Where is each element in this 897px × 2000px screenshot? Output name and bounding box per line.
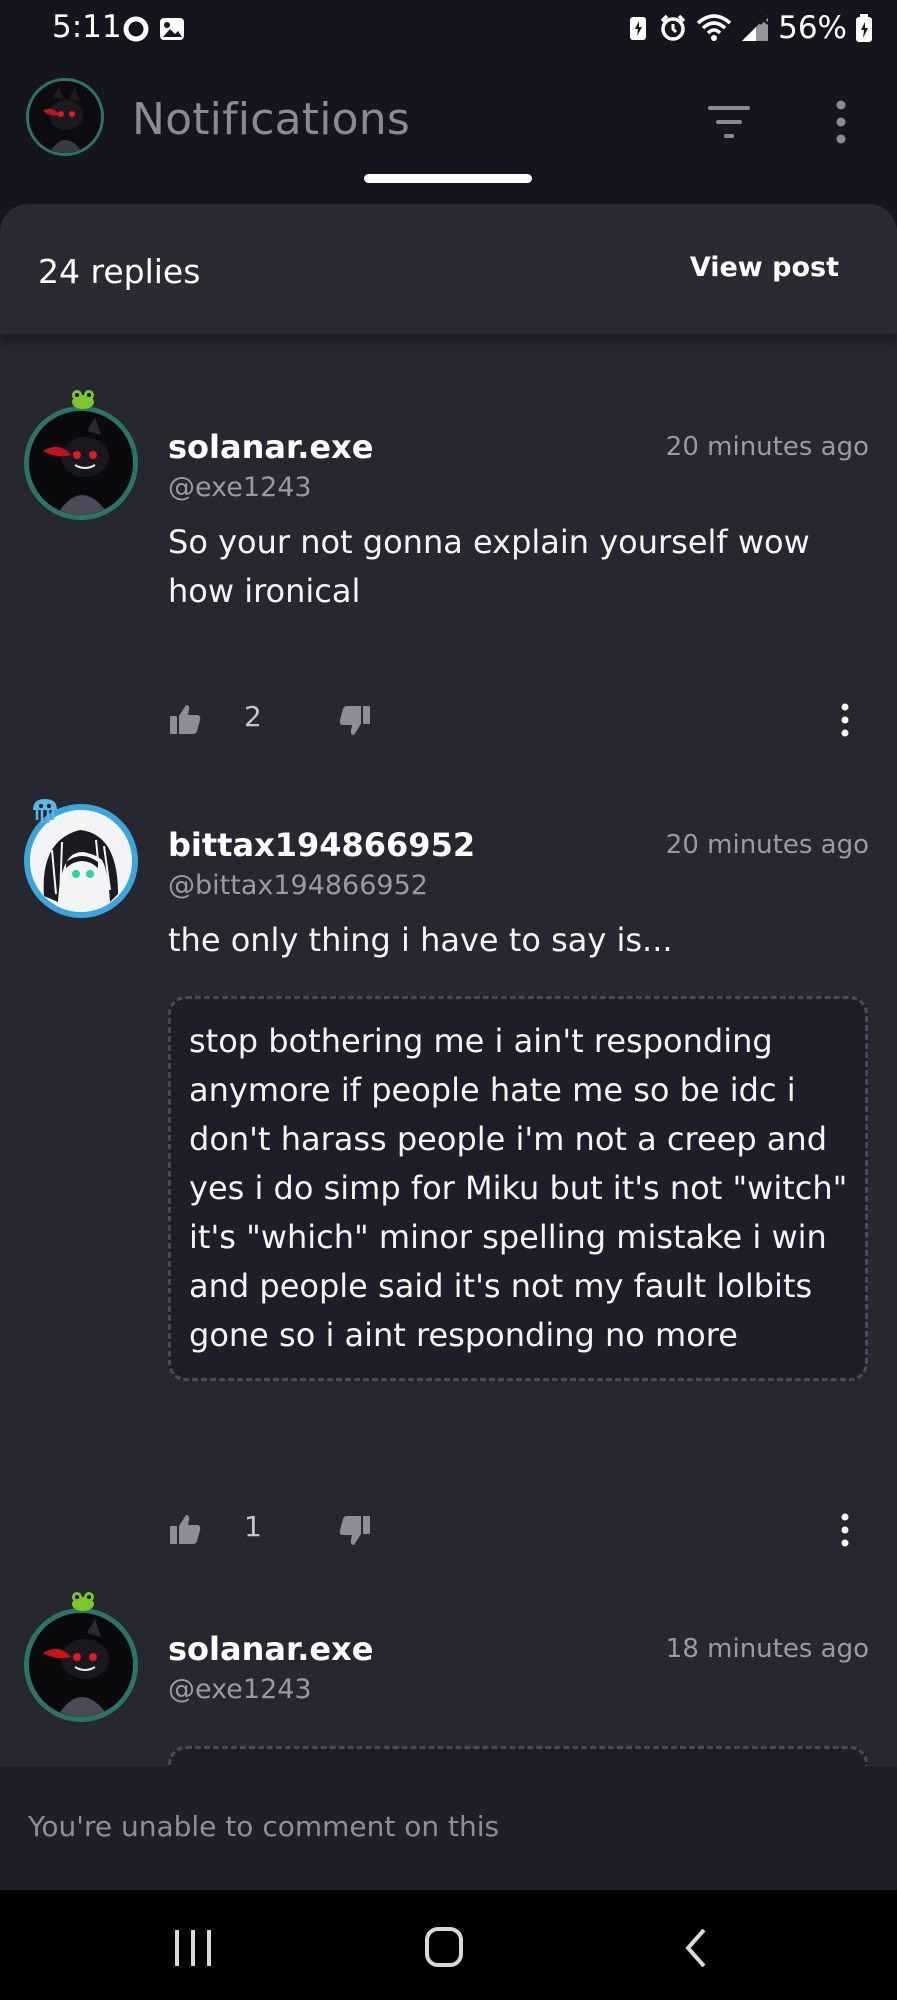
frog-badge-icon [70, 1590, 96, 1612]
comment: solanar.exe @exe1243 18 minutes ago [0, 1592, 897, 1766]
comment-handle: @exe1243 [168, 472, 312, 503]
comment-disabled-text: You're unable to comment on this [28, 1810, 500, 1843]
back-icon[interactable] [682, 1926, 710, 1970]
comment-disabled-bar: You're unable to comment on this [0, 1766, 897, 1890]
frog-badge-icon [70, 388, 96, 410]
wifi-icon [696, 13, 732, 43]
comment-more-icon[interactable] [836, 702, 854, 738]
sheet-header: 24 replies View post [0, 204, 897, 334]
signal-icon [740, 13, 770, 43]
quoted-text [168, 1746, 868, 1766]
profile-avatar[interactable] [26, 78, 104, 156]
comment-text: the only thing i have to say is... [168, 921, 673, 959]
comment: bittax194866952 @bittax194866952 20 minu… [0, 792, 897, 1572]
app-bar: Notifications [0, 60, 897, 200]
avatar[interactable] [24, 1608, 138, 1722]
comment-author[interactable]: solanar.exe [168, 428, 373, 466]
quoted-text: stop bothering me i ain't responding any… [168, 996, 868, 1381]
system-nav-bar [0, 1890, 897, 2000]
comment: solanar.exe @exe1243 20 minutes ago So y… [0, 390, 897, 774]
jellyfish-badge-icon [30, 796, 60, 826]
battery-saver-icon [626, 14, 650, 42]
comment-handle: @bittax194866952 [168, 870, 428, 901]
page-title: Notifications [132, 94, 410, 145]
comment-text: So your not gonna explain yourself wow h… [168, 523, 810, 610]
thumbs-down-icon[interactable] [338, 704, 372, 738]
comment-actions: 2 [168, 700, 868, 742]
like-count: 1 [244, 1510, 262, 1543]
comment-time: 18 minutes ago [665, 1634, 869, 1664]
thumbs-up-icon[interactable] [168, 702, 202, 736]
replies-count: 24 replies [38, 252, 201, 291]
gallery-status-icon [158, 15, 186, 43]
thumbs-up-icon[interactable] [168, 1512, 202, 1546]
home-icon[interactable] [424, 1926, 464, 1968]
comment-time: 20 minutes ago [665, 830, 869, 860]
battery-icon [855, 13, 873, 43]
comment-author[interactable]: solanar.exe [168, 1630, 373, 1668]
like-count: 2 [244, 700, 262, 733]
more-options-icon[interactable] [824, 96, 858, 148]
comment-time: 20 minutes ago [665, 432, 869, 462]
status-time: 5:11 [52, 9, 122, 45]
replies-sheet: 24 replies View post solanar.exe @exe124… [0, 204, 897, 1766]
ring-status-icon [122, 15, 150, 43]
filter-icon[interactable] [704, 100, 754, 144]
comment-actions: 1 [168, 1510, 868, 1552]
view-post-button[interactable]: View post [690, 252, 839, 283]
comment-author[interactable]: bittax194866952 [168, 826, 475, 864]
sheet-drag-handle[interactable] [364, 174, 532, 183]
alarm-icon [658, 13, 688, 43]
recent-apps-icon[interactable] [172, 1928, 214, 1968]
comment-handle: @exe1243 [168, 1674, 312, 1705]
status-bar: 5:11 56% [0, 0, 897, 60]
battery-percent: 56% [778, 10, 847, 46]
comment-more-icon[interactable] [836, 1512, 854, 1548]
avatar[interactable] [24, 406, 138, 520]
thumbs-down-icon[interactable] [338, 1514, 372, 1548]
